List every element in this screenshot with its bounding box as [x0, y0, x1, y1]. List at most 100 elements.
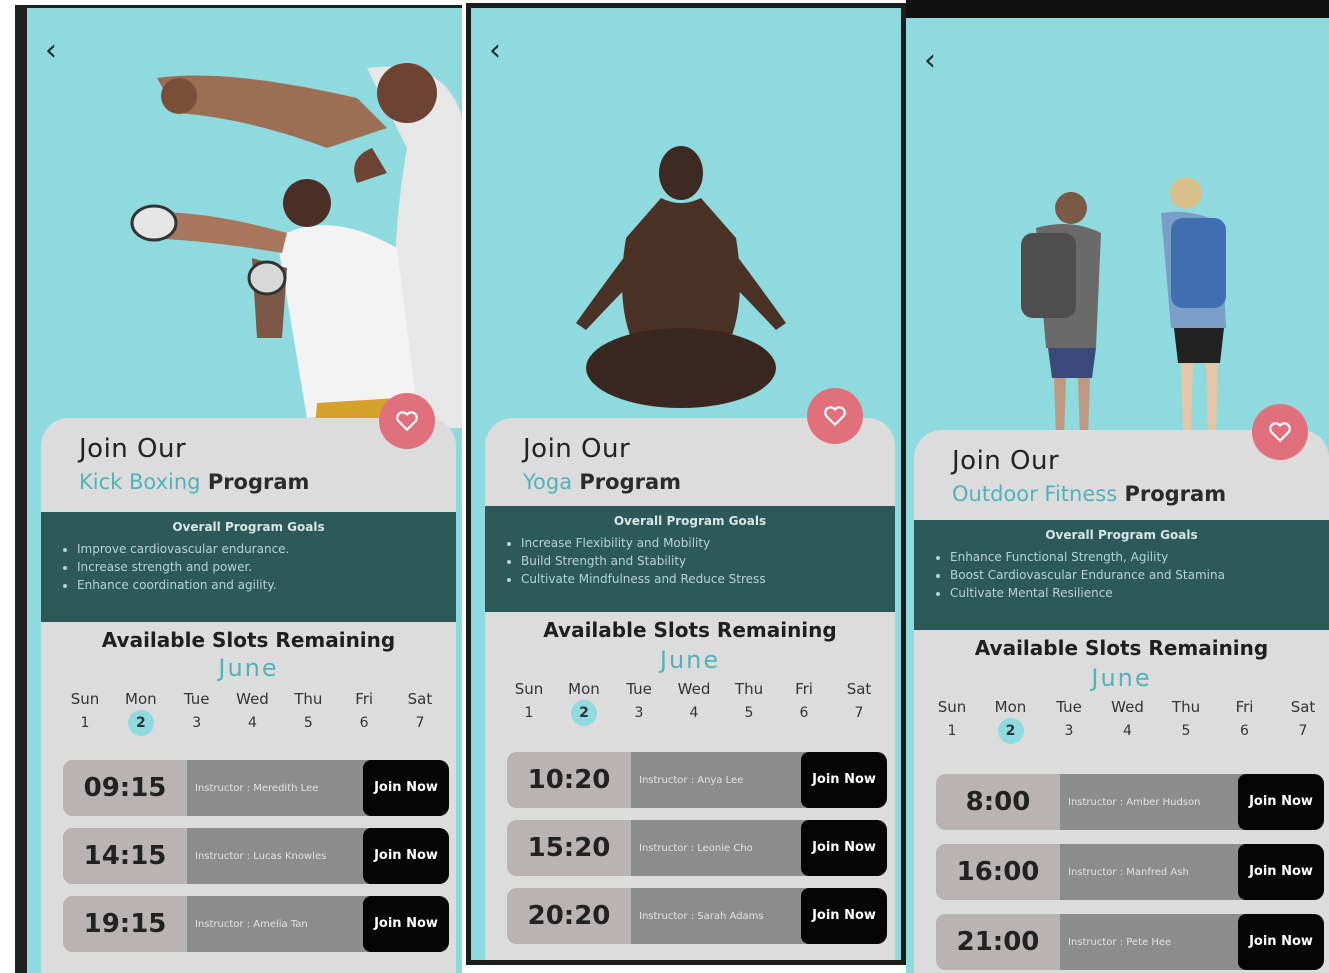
day-sun[interactable]: Sun 1: [503, 680, 555, 726]
join-now-button[interactable]: Join Now: [363, 760, 449, 816]
day-thu[interactable]: Thu 5: [1160, 698, 1212, 744]
program-suffix: Program: [579, 470, 682, 494]
time-slot: 21:00 Instructor : Pete Hee Join Now: [936, 914, 1324, 970]
join-now-button[interactable]: Join Now: [801, 820, 887, 876]
slot-instructor: Instructor : Leonie Cho: [639, 842, 753, 854]
slot-instructor: Instructor : Amber Hudson: [1068, 796, 1201, 808]
time-slot: 8:00 Instructor : Amber Hudson Join Now: [936, 774, 1324, 830]
slot-time: 20:20: [507, 888, 631, 944]
day-picker: Sun 1 Mon 2 Tue 3 Wed 4 Thu 5 Fri 6 Sat 7: [503, 680, 885, 726]
time-slot: 15:20 Instructor : Leonie Cho Join Now: [507, 820, 887, 876]
month-label: June: [659, 646, 721, 674]
day-sun[interactable]: Sun 1: [926, 698, 978, 744]
join-heading: Join Our: [523, 434, 631, 464]
goals-title: Overall Program Goals: [1045, 528, 1198, 542]
program-title: Kick Boxing Program: [79, 470, 309, 494]
day-tue[interactable]: Tue 3: [171, 690, 223, 736]
favorite-button[interactable]: [807, 388, 863, 444]
slot-time: 09:15: [63, 760, 187, 816]
program-card: Join Our Outdoor Fitness Program Overall…: [914, 430, 1329, 973]
day-mon[interactable]: Mon 2: [115, 690, 167, 736]
goals-panel: Overall Program Goals Increase Flexibili…: [485, 506, 895, 612]
slot-instructor: Instructor : Lucas Knowles: [195, 850, 327, 862]
slot-instructor: Instructor : Anya Lee: [639, 774, 744, 786]
day-mon[interactable]: Mon 2: [985, 698, 1037, 744]
day-fri[interactable]: Fri 6: [338, 690, 390, 736]
kickboxing-hero-image: [130, 63, 462, 428]
slot-time: 21:00: [936, 914, 1060, 970]
day-wed[interactable]: Wed 4: [226, 690, 278, 736]
slot-time: 19:15: [63, 896, 187, 952]
day-picker: Sun 1 Mon 2 Tue 3 Wed 4 Thu 5 Fri 6 Sat 7: [59, 690, 446, 736]
goal-item: Cultivate Mental Resilience: [950, 584, 1329, 602]
month-label: June: [1091, 664, 1152, 692]
program-name: Outdoor Fitness: [952, 482, 1118, 506]
time-slot: 09:15 Instructor : Meredith Lee Join Now: [63, 760, 449, 816]
back-button[interactable]: ‹: [489, 36, 501, 66]
goal-item: Build Strength and Stability: [521, 552, 895, 570]
slot-instructor: Instructor : Sarah Adams: [639, 910, 764, 922]
join-now-button[interactable]: Join Now: [1238, 774, 1324, 830]
goals-panel: Overall Program Goals Improve cardiovasc…: [41, 512, 456, 622]
slots-title: Available Slots Remaining: [101, 628, 396, 652]
slot-time: 10:20: [507, 752, 631, 808]
slot-time: 14:15: [63, 828, 187, 884]
program-card: Join Our Kick Boxing Program Overall Pro…: [41, 418, 456, 973]
program-suffix: Program: [207, 470, 310, 494]
day-tue[interactable]: Tue 3: [1043, 698, 1095, 744]
day-fri[interactable]: Fri 6: [778, 680, 830, 726]
goal-item: Enhance Functional Strength, Agility: [950, 548, 1329, 566]
day-sat[interactable]: Sat 7: [833, 680, 885, 726]
day-mon[interactable]: Mon 2: [558, 680, 610, 726]
day-wed[interactable]: Wed 4: [668, 680, 720, 726]
slot-time: 16:00: [936, 844, 1060, 900]
time-slot: 20:20 Instructor : Sarah Adams Join Now: [507, 888, 887, 944]
back-button[interactable]: ‹: [45, 36, 57, 66]
slots-title: Available Slots Remaining: [543, 618, 837, 642]
join-now-button[interactable]: Join Now: [801, 888, 887, 944]
join-now-button[interactable]: Join Now: [363, 896, 449, 952]
selected-day: 2: [127, 710, 154, 736]
slot-time: 8:00: [936, 774, 1060, 830]
slots-title: Available Slots Remaining: [974, 636, 1269, 660]
day-sun[interactable]: Sun 1: [59, 690, 111, 736]
favorite-button[interactable]: [1252, 404, 1308, 460]
join-now-button[interactable]: Join Now: [1238, 914, 1324, 970]
goals-panel: Overall Program Goals Enhance Functional…: [914, 520, 1329, 630]
program-name: Kick Boxing: [79, 470, 201, 494]
day-thu[interactable]: Thu 5: [282, 690, 334, 736]
join-heading: Join Our: [952, 446, 1060, 476]
day-thu[interactable]: Thu 5: [723, 680, 775, 726]
yoga-hero-image: [576, 146, 786, 408]
program-name: Yoga: [523, 470, 573, 494]
day-sat[interactable]: Sat 7: [1277, 698, 1329, 744]
day-wed[interactable]: Wed 4: [1102, 698, 1154, 744]
time-slot: 16:00 Instructor : Manfred Ash Join Now: [936, 844, 1324, 900]
goals-title: Overall Program Goals: [172, 520, 325, 534]
time-slot: 14:15 Instructor : Lucas Knowles Join No…: [63, 828, 449, 884]
goal-item: Increase Flexibility and Mobility: [521, 534, 895, 552]
goal-item: Enhance coordination and agility.: [77, 576, 456, 594]
day-fri[interactable]: Fri 6: [1219, 698, 1271, 744]
outdoor-fitness-screen: ‹ Join Our Outdoor Fitness Program Overa…: [906, 0, 1329, 973]
join-now-button[interactable]: Join Now: [1238, 844, 1324, 900]
program-card: Join Our Yoga Program Overall Program Go…: [485, 418, 895, 960]
back-button[interactable]: ‹: [924, 46, 936, 76]
join-now-button[interactable]: Join Now: [363, 828, 449, 884]
program-title: Yoga Program: [523, 470, 681, 494]
yoga-screen: ‹ Join Our Yoga Program Overall Program …: [466, 3, 906, 965]
favorite-button[interactable]: [379, 393, 435, 449]
goal-item: Boost Cardiovascular Endurance and Stami…: [950, 566, 1329, 584]
month-label: June: [218, 654, 279, 682]
goal-item: Improve cardiovascular endurance.: [77, 540, 456, 558]
join-now-button[interactable]: Join Now: [801, 752, 887, 808]
program-suffix: Program: [1124, 482, 1227, 506]
day-sat[interactable]: Sat 7: [394, 690, 446, 736]
slot-time: 15:20: [507, 820, 631, 876]
time-slot: 10:20 Instructor : Anya Lee Join Now: [507, 752, 887, 808]
goal-item: Increase strength and power.: [77, 558, 456, 576]
slot-instructor: Instructor : Amelia Tan: [195, 918, 308, 930]
program-title: Outdoor Fitness Program: [952, 482, 1226, 506]
day-tue[interactable]: Tue 3: [613, 680, 665, 726]
day-picker: Sun 1 Mon 2 Tue 3 Wed 4 Thu 5 Fri 6 Sat 7: [926, 698, 1329, 744]
